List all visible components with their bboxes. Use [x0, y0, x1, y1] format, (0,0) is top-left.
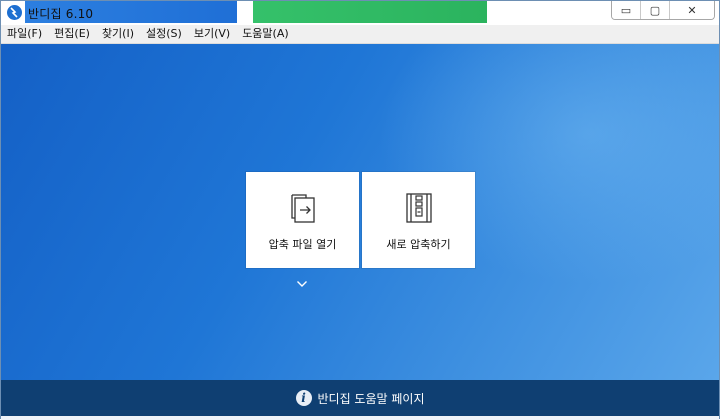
close-icon: ✕: [687, 3, 697, 17]
maximize-button[interactable]: ▢: [641, 1, 670, 19]
menu-view[interactable]: 보기(V): [188, 25, 236, 43]
title-bar: 반디집 6.10 ▭ ▢ ✕: [1, 1, 719, 25]
new-archive-button[interactable]: 새로 압축하기: [362, 172, 475, 268]
open-options-chevron[interactable]: [296, 273, 308, 292]
minimize-button[interactable]: ▭: [612, 1, 641, 19]
menu-bar: 파일(F) 편집(E) 찾기(I) 설정(S) 보기(V) 도움말(A): [1, 25, 719, 44]
close-button[interactable]: ✕: [670, 1, 714, 19]
help-footer[interactable]: i 반디집 도움말 페이지: [1, 380, 719, 416]
menu-file[interactable]: 파일(F): [1, 25, 48, 43]
minimize-icon: ▭: [620, 3, 632, 17]
chevron-down-icon: [297, 281, 307, 287]
open-archive-button[interactable]: 압축 파일 열기: [246, 172, 359, 268]
window-controls: ▭ ▢ ✕: [611, 1, 715, 20]
bottom-border: [1, 416, 719, 420]
main-panel: 압축 파일 열기 새로 압축하기: [1, 44, 719, 380]
menu-find[interactable]: 찾기(I): [96, 25, 140, 43]
info-icon: i: [295, 390, 312, 406]
help-page-link[interactable]: 반디집 도움말 페이지: [318, 390, 425, 407]
maximize-icon: ▢: [649, 3, 661, 17]
app-window: 반디집 6.10 ▭ ▢ ✕ 파일(F) 편집(E) 찾기(I) 설정(S) 보…: [0, 0, 720, 420]
window-title: 반디집 6.10: [28, 7, 94, 21]
zip-file-icon: [405, 192, 433, 228]
open-archive-label: 압축 파일 열기: [268, 238, 337, 251]
bandizip-app-icon: [7, 5, 22, 20]
menu-edit[interactable]: 편집(E): [48, 25, 96, 43]
open-archive-icon: [288, 192, 318, 228]
menu-settings[interactable]: 설정(S): [140, 25, 188, 43]
menu-help[interactable]: 도움말(A): [236, 25, 294, 43]
title-banner-right: [253, 1, 487, 23]
new-archive-label: 새로 압축하기: [386, 238, 451, 251]
